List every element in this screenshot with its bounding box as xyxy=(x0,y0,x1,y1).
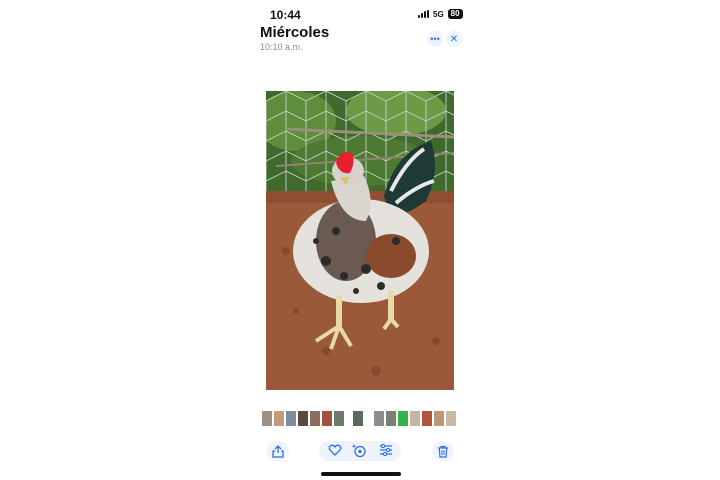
sliders-icon xyxy=(380,443,392,457)
status-time: 10:44 xyxy=(270,8,301,22)
share-button[interactable] xyxy=(267,441,289,461)
thumbnail[interactable] xyxy=(386,411,396,426)
thumbnail[interactable] xyxy=(353,411,363,426)
close-icon: ✕ xyxy=(449,33,459,45)
delete-button[interactable] xyxy=(432,441,454,461)
more-button[interactable]: ••• xyxy=(427,31,443,47)
thumbnail[interactable] xyxy=(298,411,308,426)
thumbnail[interactable] xyxy=(286,411,296,426)
close-button[interactable]: ✕ xyxy=(446,31,462,47)
thumbnail[interactable] xyxy=(274,411,284,426)
thumbnail[interactable] xyxy=(374,411,384,426)
page-title: Miércoles xyxy=(260,24,330,41)
thumbnail[interactable] xyxy=(310,411,320,426)
thumbnail[interactable] xyxy=(334,411,344,426)
visual-lookup-button[interactable] xyxy=(351,443,367,463)
page-subtitle: 10:10 a.m. xyxy=(260,42,303,52)
thumbnail[interactable] xyxy=(398,411,408,426)
thumbnail[interactable] xyxy=(422,411,432,426)
thumbnail[interactable] xyxy=(410,411,420,426)
rooster-photo xyxy=(266,91,454,390)
network-label: 5G xyxy=(433,9,444,19)
thumbnail[interactable] xyxy=(262,411,272,426)
battery-icon: 80 xyxy=(447,9,463,19)
thumbnail[interactable] xyxy=(322,411,332,426)
share-icon xyxy=(272,444,284,458)
signal-icon xyxy=(418,10,429,18)
thumbnail[interactable] xyxy=(446,411,456,426)
heart-icon xyxy=(328,444,342,456)
visual-lookup-icon xyxy=(351,444,366,458)
trash-icon xyxy=(438,445,448,458)
ellipsis-icon: ••• xyxy=(430,34,440,44)
home-indicator[interactable] xyxy=(321,472,401,476)
thumbnail[interactable] xyxy=(434,411,444,426)
thumbnail-strip[interactable] xyxy=(262,411,458,427)
status-indicators: 5G 80 xyxy=(418,9,463,19)
adjust-button[interactable] xyxy=(379,443,393,462)
main-photo[interactable] xyxy=(266,91,454,390)
favorite-button[interactable] xyxy=(328,443,342,462)
